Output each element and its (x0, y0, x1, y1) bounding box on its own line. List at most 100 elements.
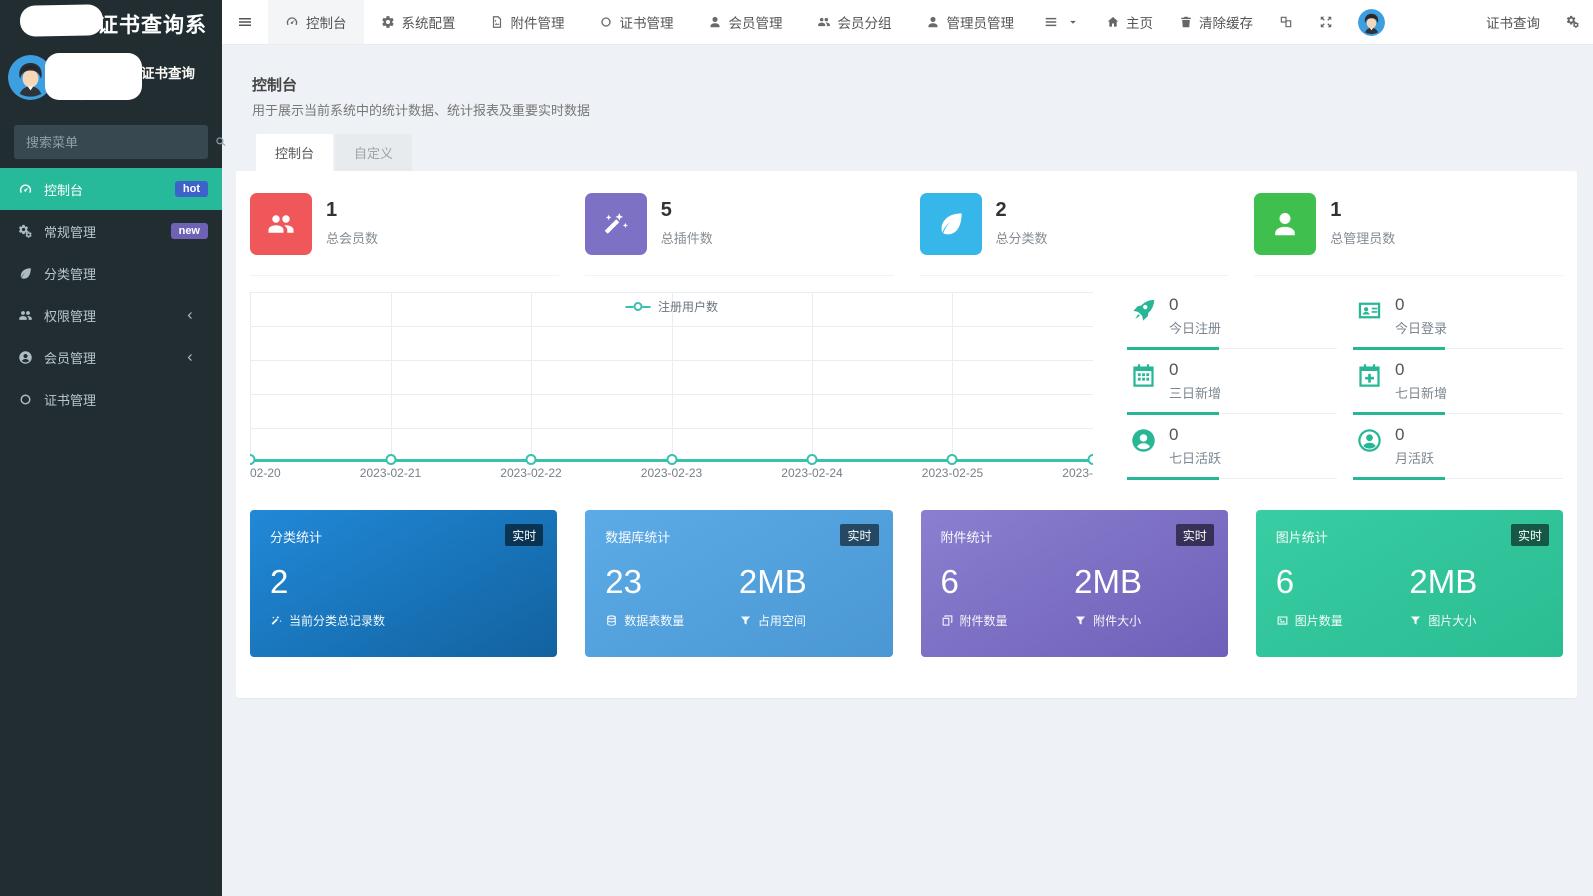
redaction-blob (20, 4, 104, 36)
clear-cache-button[interactable]: 清除缓存 (1166, 0, 1266, 45)
navbar-item-label: 会员管理 (729, 12, 783, 32)
card-分类统计: 分类统计实时2当前分类总记录数 (250, 510, 557, 657)
sidebar-item-分类管理[interactable]: 分类管理 (0, 252, 222, 294)
card-metric-label: 当前分类总记录数 (289, 612, 385, 629)
search-icon[interactable] (214, 125, 228, 159)
circle-icon (599, 15, 613, 29)
menu-badge: hot (175, 181, 208, 197)
page-title: 控制台 (252, 74, 1575, 95)
sidebar-item-会员管理[interactable]: 会员管理 (0, 336, 222, 378)
card-metric: 23数据表数量 (605, 563, 739, 629)
navbar-item-label: 系统配置 (402, 12, 456, 32)
sidebar-item-控制台[interactable]: 控制台 hot (0, 168, 222, 210)
navbar-item-会员管理[interactable]: 会员管理 (691, 0, 800, 44)
card-metric-value: 2MB (1074, 563, 1208, 601)
mini-stat-value: 0 (1395, 425, 1434, 445)
chart-marker (385, 454, 396, 465)
realtime-badge: 实时 (1176, 524, 1214, 546)
menu-badge: new (171, 223, 208, 239)
navbar-item-证书管理[interactable]: 证书管理 (582, 0, 691, 44)
card-metric: 2当前分类总记录数 (270, 563, 537, 629)
mini-stat-三日新增: 0三日新增 (1127, 355, 1337, 420)
mini-stat-value: 0 (1169, 360, 1221, 380)
card-title: 附件统计 (941, 527, 1208, 546)
chart-marker (250, 454, 256, 465)
stat-value: 5 (661, 199, 713, 221)
sidebar-item-常规管理[interactable]: 常规管理new (0, 210, 222, 252)
home-button[interactable]: 主页 (1093, 0, 1166, 45)
navbar-item-label: 会员分组 (838, 12, 892, 32)
card-metric-value: 2MB (1409, 563, 1543, 601)
filter-icon (739, 614, 752, 627)
app-brand[interactable]: 证书查询系 (0, 0, 222, 45)
chart-axis-label: 2023-02-20 (250, 466, 315, 480)
stat-label: 总管理员数 (1330, 228, 1395, 247)
card-数据库统计: 数据库统计实时23数据表数量2MB占用空间 (585, 510, 892, 657)
sidebar-menu: 控制台 hot 常规管理new分类管理权限管理会员管理证书管理 (0, 168, 222, 420)
chart-legend[interactable]: 注册用户数 (625, 298, 718, 315)
navbar-item-控制台[interactable]: 控制台 (268, 0, 364, 44)
filter-icon (1409, 614, 1422, 627)
id-card-icon (1353, 297, 1385, 324)
user-icon (1254, 193, 1316, 255)
tab-自定义[interactable]: 自定义 (335, 134, 412, 171)
stat-label: 总分类数 (996, 228, 1048, 247)
search-input[interactable] (14, 135, 214, 150)
tab-控制台[interactable]: 控制台 (256, 134, 333, 171)
gears-icon (1566, 15, 1580, 29)
navbar-item-管理员管理[interactable]: 管理员管理 (909, 0, 1032, 44)
navbar-item-会员分组[interactable]: 会员分组 (800, 0, 909, 44)
legend-line-icon (625, 306, 633, 308)
portal-link[interactable]: 证书查询 (1473, 0, 1553, 45)
chevron-left-icon (178, 308, 200, 323)
card-metric-label: 附件大小 (1093, 612, 1141, 629)
user-circle-o-icon (1353, 427, 1385, 454)
chart-gridline (812, 292, 813, 462)
home-label: 主页 (1126, 12, 1153, 32)
mini-stat-label: 七日活跃 (1169, 448, 1221, 467)
filter-icon (1074, 614, 1087, 627)
nav-list-dropdown[interactable] (1031, 0, 1093, 45)
legend-line-icon (642, 306, 650, 308)
chart-axis-label: 2023-02-26 (1028, 466, 1093, 480)
redacted-username-gap (1397, 22, 1473, 23)
navbar-menu: 控制台 系统配置附件管理证书管理 会员管理 会员分组管理员管理 (268, 0, 1031, 44)
settings-button[interactable] (1553, 0, 1593, 45)
navbar-item-附件管理[interactable]: 附件管理 (473, 0, 582, 44)
navbar-avatar[interactable] (1358, 9, 1385, 36)
language-button[interactable] (1266, 0, 1306, 45)
chart-axis-label: 2023-02-24 (747, 466, 877, 480)
sidebar-toggle-icon[interactable] (222, 0, 268, 44)
fullscreen-button[interactable] (1306, 0, 1346, 45)
mini-stat-label: 七日新增 (1395, 383, 1447, 402)
chart-marker (947, 454, 958, 465)
summary-cards-row: 分类统计实时2当前分类总记录数数据库统计实时23数据表数量2MB占用空间附件统计… (250, 510, 1563, 657)
chart-axis-label: 2023-02-22 (466, 466, 596, 480)
mini-stat-label: 今日登录 (1395, 318, 1447, 337)
calendar-plus-icon (1353, 362, 1385, 389)
redaction-blob (45, 53, 142, 100)
sidebar-item-权限管理[interactable]: 权限管理 (0, 294, 222, 336)
mini-stat-label: 月活跃 (1395, 448, 1434, 467)
navbar-item-系统配置[interactable]: 系统配置 (364, 0, 473, 44)
card-metric: 6附件数量 (941, 563, 1075, 629)
stat-value: 2 (996, 199, 1048, 221)
registrations-chart: 注册用户数 2023-02-202023-02-212023-02-222023… (250, 276, 1093, 488)
user-name: 证书查询 (141, 62, 195, 82)
card-metric-value: 23 (605, 563, 739, 601)
portal-label: 证书查询 (1486, 12, 1540, 32)
file-image-icon (490, 15, 504, 29)
realtime-badge: 实时 (505, 524, 543, 546)
database-icon (605, 614, 618, 627)
card-title: 数据库统计 (605, 527, 872, 546)
rocket-icon (1127, 297, 1159, 324)
user-circle-icon (14, 350, 36, 365)
sidebar-item-label: 控制台 (44, 180, 83, 199)
user-circle-icon (1127, 427, 1159, 454)
sidebar-item-证书管理[interactable]: 证书管理 (0, 378, 222, 420)
tab-bar: 控制台自定义 (236, 134, 1577, 171)
chart-gridline (952, 292, 953, 462)
stat-label: 总会员数 (326, 228, 378, 247)
chart-axis-label: 2023-02-23 (607, 466, 737, 480)
chart-axis-label: 2023-02-25 (887, 466, 1017, 480)
